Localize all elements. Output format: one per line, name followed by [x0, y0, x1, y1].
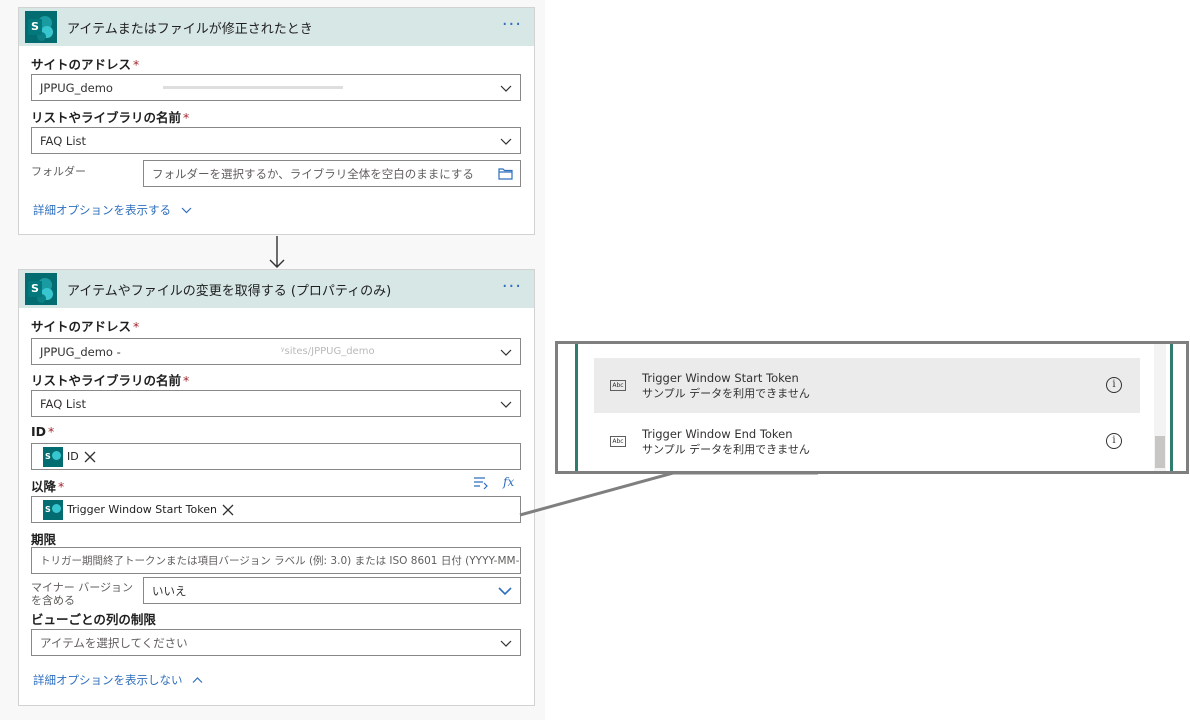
- action-card: S アイテムやファイルの変更を取得する (プロパティのみ) ··· サイトのアド…: [18, 269, 535, 706]
- chevron-down-icon: [498, 587, 512, 596]
- sharepoint-icon: S: [25, 11, 57, 43]
- site-address-value: JPPUG_demo: [40, 80, 113, 95]
- dynamic-content-icon[interactable]: [473, 476, 489, 490]
- trigger-card-title: アイテムまたはファイルが修正されたとき: [67, 21, 313, 37]
- chevron-down-icon: [500, 640, 512, 647]
- dynamic-content-list: Abc Trigger Window Start Token サンプル データを…: [575, 344, 1173, 471]
- folder-placeholder: フォルダーを選択するか、ライブラリ全体を空白のままにする: [152, 166, 474, 181]
- sharepoint-icon: S: [25, 273, 57, 305]
- list-name-value: FAQ List: [40, 396, 87, 411]
- trigger-card: S アイテムまたはファイルが修正されたとき ··· サイトのアドレス * JPPU…: [18, 7, 535, 235]
- site-address-dropdown[interactable]: JPPUG_demo: [31, 74, 521, 101]
- sharepoint-icon: S: [43, 446, 63, 467]
- chevron-down-icon: [500, 85, 512, 92]
- dynamic-content-item[interactable]: Abc Trigger Window Start Token サンプル データを…: [594, 358, 1140, 413]
- view-columns-label: ビューごとの列の制限: [31, 612, 156, 627]
- list-name-label: リストやライブラリの名前 *: [31, 373, 190, 388]
- id-label: ID *: [31, 424, 55, 439]
- flow-arrow-icon: [269, 236, 285, 268]
- id-token[interactable]: S ID: [43, 446, 97, 467]
- since-input[interactable]: S Trigger Window Start Token: [31, 496, 521, 523]
- until-placeholder: トリガー期間終了トークンまたは項目バージョン ラベル (例: 3.0) または …: [40, 555, 520, 567]
- remove-token-icon[interactable]: [221, 503, 235, 517]
- chevron-down-icon: [500, 401, 512, 408]
- include-minor-versions-label: マイナー バージョンを含める: [31, 581, 134, 607]
- view-columns-placeholder: アイテムを選択してください: [40, 635, 188, 650]
- id-token-label: ID: [67, 450, 79, 463]
- folder-label: フォルダー: [31, 165, 86, 178]
- until-label: 期限: [31, 532, 57, 547]
- list-name-value: FAQ List: [40, 133, 87, 148]
- chevron-down-icon: [500, 349, 512, 356]
- info-icon[interactable]: i: [1106, 377, 1122, 393]
- chevron-down-icon: [500, 138, 512, 145]
- dynamic-content-title: Trigger Window Start Token: [642, 370, 799, 385]
- text-type-icon: Abc: [610, 436, 626, 447]
- sharepoint-icon: S: [43, 499, 63, 520]
- site-address-dropdown[interactable]: JPPUG_demo - ʸsites/JPPUG_demo: [31, 338, 521, 365]
- include-minor-versions-dropdown[interactable]: いいえ: [143, 577, 521, 604]
- scrollbar[interactable]: [1154, 344, 1166, 471]
- scrollbar-thumb[interactable]: [1155, 436, 1165, 468]
- since-token[interactable]: S Trigger Window Start Token: [43, 499, 235, 520]
- list-name-label: リストやライブラリの名前 *: [31, 110, 190, 125]
- view-columns-dropdown[interactable]: アイテムを選択してください: [31, 629, 521, 656]
- folder-input[interactable]: フォルダーを選択するか、ライブラリ全体を空白のままにする: [143, 160, 521, 187]
- list-name-dropdown[interactable]: FAQ List: [31, 127, 521, 154]
- site-address-value: JPPUG_demo -: [40, 344, 121, 359]
- action-card-header[interactable]: S アイテムやファイルの変更を取得する (プロパティのみ) ···: [19, 270, 534, 308]
- folder-icon[interactable]: [498, 167, 513, 180]
- chevron-up-icon: [192, 677, 203, 683]
- since-token-label: Trigger Window Start Token: [67, 503, 217, 516]
- dynamic-content-subtitle: サンプル データを利用できません: [642, 386, 810, 400]
- text-type-icon: Abc: [610, 380, 626, 391]
- list-name-dropdown[interactable]: FAQ List: [31, 390, 521, 417]
- show-advanced-options-link[interactable]: 詳細オプションを表示する: [33, 202, 192, 218]
- action-card-title: アイテムやファイルの変更を取得する (プロパティのみ): [67, 283, 392, 299]
- expression-fx-icon[interactable]: fx: [503, 475, 514, 489]
- hide-advanced-options-link[interactable]: 詳細オプションを表示しない: [33, 672, 203, 688]
- id-input[interactable]: S ID: [31, 443, 521, 470]
- include-minor-versions-value: いいえ: [152, 583, 187, 598]
- more-options-icon[interactable]: ···: [502, 278, 522, 296]
- remove-token-icon[interactable]: [83, 450, 97, 464]
- until-input[interactable]: トリガー期間終了トークンまたは項目バージョン ラベル (例: 3.0) または …: [31, 547, 521, 574]
- site-address-label: サイトのアドレス *: [31, 319, 140, 334]
- dynamic-content-item[interactable]: Abc Trigger Window End Token サンプル データを利用…: [594, 414, 1140, 469]
- chevron-down-icon: [181, 207, 192, 214]
- dynamic-content-callout: Abc Trigger Window Start Token サンプル データを…: [555, 341, 1189, 474]
- callout-pointer: [519, 471, 818, 517]
- redacted-text: ʸsites/JPPUG_demo: [280, 346, 375, 357]
- info-icon[interactable]: i: [1106, 433, 1122, 449]
- dynamic-content-title: Trigger Window End Token: [642, 426, 793, 441]
- since-label: 以降 *: [31, 479, 65, 494]
- redacted-text: [162, 86, 343, 89]
- trigger-card-header[interactable]: S アイテムまたはファイルが修正されたとき ···: [19, 8, 534, 46]
- dynamic-content-subtitle: サンプル データを利用できません: [642, 442, 810, 456]
- more-options-icon[interactable]: ···: [502, 16, 522, 34]
- site-address-label: サイトのアドレス *: [31, 57, 140, 72]
